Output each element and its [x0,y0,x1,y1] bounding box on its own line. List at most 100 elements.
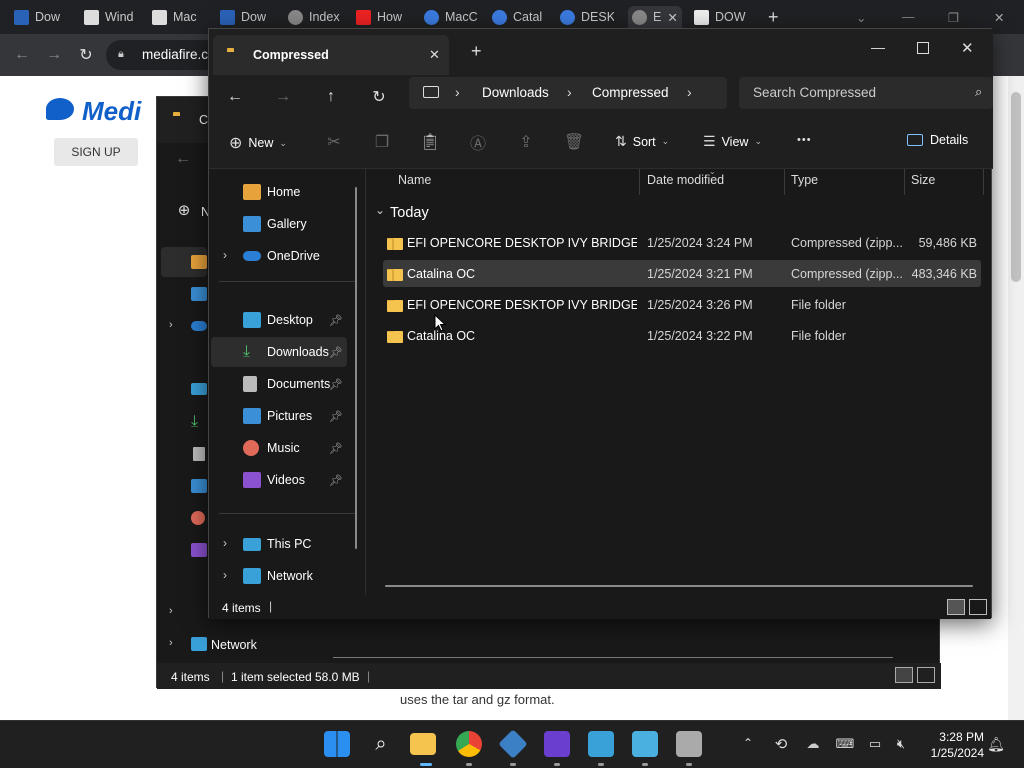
back-arrow-icon[interactable]: ← [225,87,245,107]
column-divider[interactable] [639,169,640,195]
pin-icon[interactable]: 📌︎ [329,474,343,487]
chevron-up-icon[interactable]: ⌃ [740,735,756,751]
browser-tab[interactable]: Dow [220,6,274,28]
file-row[interactable]: Catalina OC 1/25/2024 3:22 PM File folder [383,322,981,349]
group-header-today[interactable]: Today [390,205,429,221]
forward-arrow-icon[interactable]: → [44,46,64,64]
file-explorer-window[interactable]: Compressed ✕ + — ✕ ← → ↑ ↻ › Downloads ›… [208,28,993,619]
close-icon[interactable]: ✕ [667,10,677,25]
browser-tab[interactable]: DOW [694,6,750,28]
page-scrollbar[interactable] [1008,76,1024,720]
rename-icon[interactable]: Ⓐ [469,133,487,153]
chevron-right-icon[interactable]: › [223,568,227,582]
installer-icon[interactable] [676,731,702,757]
chevron-right-icon[interactable]: › [687,84,692,100]
column-divider[interactable] [983,169,984,195]
explorer-tab-active[interactable]: Compressed ✕ [213,35,449,75]
breadcrumb-compressed[interactable]: Compressed [592,85,669,100]
scrollbar-thumb[interactable] [1011,92,1021,282]
close-icon[interactable]: ✕ [961,39,974,57]
forward-arrow-icon[interactable]: → [273,87,293,107]
chevron-right-icon[interactable]: › [455,84,460,100]
browser-tab[interactable]: Mac [152,6,204,28]
sidebar-item-gallery[interactable]: Gallery [211,209,347,239]
view-button[interactable]: ☰ View ⌄ [703,133,762,150]
restore-icon[interactable]: ❐ [948,6,962,28]
cut-icon[interactable]: ✂ [325,133,343,151]
horizontal-scrollbar[interactable] [333,657,893,658]
volume-mute-icon[interactable]: 🔇︎ [892,735,910,753]
new-tab-button[interactable]: + [471,41,482,62]
back-arrow-icon[interactable]: ← [12,46,32,64]
cloud-off-icon[interactable]: ☁ [804,735,822,753]
back-arrow-icon[interactable]: ← [173,149,193,169]
minimize-icon[interactable]: — [871,39,885,55]
share-icon[interactable]: ⇪ [517,133,535,151]
close-icon[interactable]: ✕ [994,6,1008,28]
sidebar-item-documents[interactable]: Documents 📌︎ [211,369,347,399]
sync-icon[interactable]: ⟲ [772,735,790,753]
chevron-down-icon[interactable]: ⌄ [375,203,385,217]
details-pane-button[interactable]: Details [907,133,968,147]
pin-icon[interactable]: 📌︎ [329,346,343,359]
xp-app-icon[interactable] [588,731,614,757]
virtualbox-icon[interactable] [498,729,528,759]
new-tab-button[interactable]: + [768,6,786,28]
sidebar-item-thispc[interactable]: › This PC [211,529,347,559]
maximize-icon[interactable] [917,42,929,54]
column-header-name[interactable]: Name [398,173,431,187]
sidebar-item-network[interactable]: › Network [211,561,347,591]
new-button[interactable]: ⊕ New ⌄ [229,133,287,153]
reload-icon[interactable]: ↻ [76,46,96,64]
browser-tab-active[interactable]: E ✕ [628,6,682,28]
browser-tab[interactable]: Catal [492,6,544,28]
search-input[interactable]: Search Compressed ⌕ [739,77,993,109]
signup-button[interactable]: SIGN UP [54,138,138,166]
sort-button[interactable]: ⇅ Sort ⌄ [615,133,669,150]
browser-tab[interactable]: DESK [560,6,614,28]
file-row[interactable]: EFI OPENCORE DESKTOP IVY BRIDGE 1/25/2024… [383,291,981,318]
start-windows-icon[interactable] [324,731,350,757]
pin-icon[interactable]: 📌︎ [329,442,343,455]
up-arrow-icon[interactable]: ↑ [321,87,341,107]
browser-tab[interactable]: MacC [424,6,478,28]
chevron-right-icon[interactable]: › [223,536,227,550]
column-header-type[interactable]: Type [791,173,818,187]
chevron-right-icon[interactable]: › [169,637,173,649]
pin-icon[interactable]: 📌︎ [329,314,343,327]
sidebar-item-pictures[interactable]: Pictures 📌︎ [211,401,347,431]
column-divider[interactable] [784,169,785,195]
pin-icon[interactable]: 📌︎ [329,410,343,423]
cpu-icon[interactable] [544,731,570,757]
pin-icon[interactable]: 📌︎ [329,378,343,391]
sidebar-scrollbar[interactable] [355,187,357,549]
chevron-right-icon[interactable]: › [223,248,227,262]
column-header-size[interactable]: Size [911,173,935,187]
chevron-right-icon[interactable]: › [169,319,173,331]
delete-icon[interactable]: 🗑︎ [564,133,584,151]
breadcrumb[interactable]: › Downloads › Compressed › [409,77,727,109]
column-divider[interactable] [904,169,905,195]
paste-icon[interactable]: 📋︎ [420,133,440,151]
browser-tab[interactable]: Wind [84,6,138,28]
sidebar-item-home[interactable]: Home [211,177,347,207]
refresh-icon[interactable]: ↻ [369,87,389,107]
display-icon[interactable]: ▭ [866,735,884,753]
keyboard-icon[interactable]: ⌨ [836,735,855,753]
sidebar-item-desktop[interactable]: Desktop 📌︎ [211,305,347,335]
browser-tab[interactable]: Dow [14,6,68,28]
column-header-date[interactable]: Date modified [647,173,724,187]
search-icon[interactable]: ⌕ [975,84,982,100]
search-icon[interactable]: ⌕ [368,731,394,757]
details-view-icon[interactable] [895,667,913,683]
minimize-icon[interactable]: — [902,6,916,28]
file-explorer-icon[interactable] [410,733,436,755]
control-panel-icon[interactable] [632,731,658,757]
chevron-right-icon[interactable]: › [169,605,173,617]
clock[interactable]: 3:28 PM 1/25/2024 [922,729,984,761]
horizontal-scrollbar[interactable] [385,585,973,587]
more-options-button[interactable]: ••• [797,134,812,146]
sidebar-item-music[interactable]: Music 📌︎ [211,433,347,463]
sidebar-item-onedrive[interactable]: › OneDrive [211,241,347,271]
browser-tab[interactable]: Index [288,6,342,28]
